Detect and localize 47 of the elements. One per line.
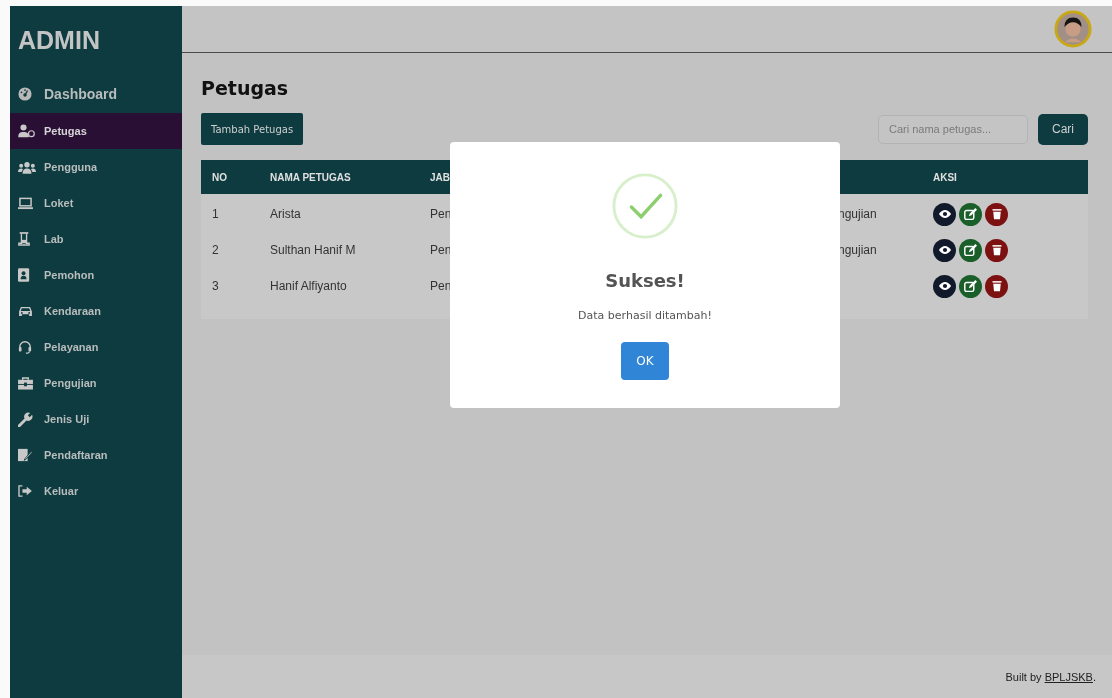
laptop-icon [18, 196, 36, 210]
trash-icon[interactable] [985, 202, 1008, 226]
edit-icon[interactable] [959, 274, 982, 298]
trash-icon[interactable] [985, 238, 1008, 262]
table-cell: Arista [270, 207, 301, 221]
user-icon [18, 124, 36, 138]
sidebar-item[interactable]: Loket [10, 185, 182, 221]
sidebar-item[interactable]: Lab [10, 221, 182, 257]
users-icon [18, 160, 36, 174]
table-cell: Sulthan Hanif M [270, 243, 356, 257]
edit-icon[interactable] [959, 238, 982, 262]
sidebar-item[interactable]: Petugas [10, 113, 182, 149]
eye-icon[interactable] [933, 238, 956, 262]
brand-title: ADMIN [17, 25, 101, 56]
column-header: NAMA PETUGAS [270, 171, 351, 183]
eye-icon[interactable] [933, 274, 956, 298]
table-cell: 3 [212, 279, 219, 293]
column-header: JAB [430, 171, 450, 183]
table-cell: 2 [212, 243, 219, 257]
sidebar-item[interactable]: Kendaraan [10, 293, 182, 329]
sidebar-item[interactable]: Keluar [10, 473, 182, 509]
eye-icon[interactable] [933, 202, 956, 226]
footer-link[interactable]: BPLJSKB [1044, 670, 1093, 683]
sidebar-item[interactable]: Pemohon [10, 257, 182, 293]
table-cell: Hanif Alfiyanto [270, 279, 347, 293]
search-button[interactable]: Cari [1038, 113, 1088, 145]
table-cell: 1 [212, 207, 219, 221]
sidebar-item[interactable]: Pengujian [10, 365, 182, 401]
sidebar-item[interactable]: Pelayanan [10, 329, 182, 365]
column-header: AKSI [933, 171, 957, 183]
column-header: NO [212, 171, 227, 183]
ok-button[interactable]: OK [621, 342, 669, 380]
add-button[interactable]: Tambah Petugas [201, 113, 304, 145]
sidebar-item[interactable]: Dashboard [10, 76, 182, 112]
avatar-icon[interactable] [1054, 10, 1092, 48]
checkmark-icon [611, 172, 679, 240]
page-title: Petugas [201, 77, 290, 99]
sidebar-item[interactable]: Pendaftaran [10, 437, 182, 473]
search-field[interactable]: Cari nama petugas... [878, 114, 1028, 144]
dialog-message: Data berhasil ditambah! [578, 309, 712, 322]
sidebar-item[interactable]: Jenis Uji [10, 401, 182, 437]
toolbox-icon [18, 376, 36, 390]
edit-icon[interactable] [959, 202, 982, 226]
trash-icon[interactable] [985, 274, 1008, 298]
dialog-title: Sukses! [605, 270, 685, 291]
sidebar-item[interactable]: Pengguna [10, 149, 182, 185]
footer-text: Built by BPLJSKB. [1005, 670, 1096, 683]
